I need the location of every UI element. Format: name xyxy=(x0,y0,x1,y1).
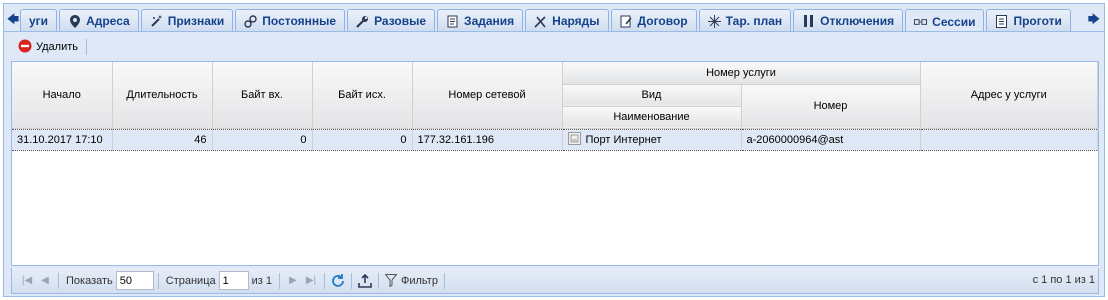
grid-body: 31.10.2017 17:10 46 0 0 177.32.161.196 П… xyxy=(12,128,1098,151)
cell-start: 31.10.2017 17:10 xyxy=(12,128,113,151)
tab-label: Адреса xyxy=(86,14,130,28)
tab-tasks[interactable]: Задания xyxy=(437,9,524,31)
refresh-icon xyxy=(332,273,344,287)
sparkle-icon xyxy=(707,14,721,28)
tab-list: уги Адреса Признаки Постоянные Разовые З… xyxy=(20,9,1086,31)
document-edit-icon xyxy=(620,15,633,28)
page-label: Страница xyxy=(165,274,216,287)
export-button[interactable] xyxy=(356,272,374,290)
map-pin-icon xyxy=(68,14,81,28)
pager-separator xyxy=(279,272,280,289)
tab-permanent[interactable]: Постоянные xyxy=(235,9,346,31)
paging-toolbar: |◀ ◀ Показать Страница из 1 ▶ ▶| Фильтр … xyxy=(11,268,1099,294)
tab-disconnections[interactable]: Отключения xyxy=(793,9,904,31)
tab-tariff-plan[interactable]: Тар. план xyxy=(698,9,792,31)
pager-separator xyxy=(324,272,325,289)
column-header-bytes-in[interactable]: Байт вх. xyxy=(212,62,313,129)
magic-wand-icon xyxy=(150,14,163,28)
column-header-address[interactable]: Адрес у услуги xyxy=(920,62,1098,129)
next-page-button[interactable]: ▶ xyxy=(284,272,302,290)
tab-strip: 🡄 уги Адреса Признаки Постоянные Разовые… xyxy=(4,4,1104,32)
tab-label: Отключения xyxy=(820,14,895,28)
tab-scroll-left-button[interactable]: 🡄 xyxy=(6,10,20,28)
pager-separator xyxy=(378,272,379,289)
tab-services[interactable]: уги xyxy=(20,9,58,31)
filter-label: Фильтр xyxy=(401,274,438,287)
cell-network-number: 177.32.161.196 xyxy=(412,128,563,151)
tools-icon xyxy=(534,15,547,28)
cell-address xyxy=(920,128,1098,151)
column-header-duration[interactable]: Длительность xyxy=(112,62,213,129)
wrench-icon xyxy=(356,15,369,28)
service-name: Порт Интернет xyxy=(585,133,662,146)
export-icon xyxy=(358,273,372,288)
tab-attributes[interactable]: Признаки xyxy=(140,9,234,31)
toolbar: Удалить xyxy=(8,35,1102,59)
paging-summary: с 1 по 1 из 1 xyxy=(1032,274,1095,286)
tab-label: Разовые xyxy=(374,14,427,28)
toolbar-separator xyxy=(86,39,87,55)
tab-one-time[interactable]: Разовые xyxy=(347,9,436,31)
link-icon xyxy=(244,14,257,28)
tab-sessions[interactable]: Сессии xyxy=(905,9,985,31)
tab-addresses[interactable]: Адреса xyxy=(59,9,139,31)
table-row[interactable]: 31.10.2017 17:10 46 0 0 177.32.161.196 П… xyxy=(12,128,1098,151)
connection-icon xyxy=(914,15,928,28)
sessions-grid: Начало Длительность Байт вх. Байт исх. Н… xyxy=(11,61,1099,266)
tab-label: Тар. план xyxy=(725,14,783,28)
tab-label: Сессии xyxy=(932,14,976,29)
last-page-button[interactable]: ▶| xyxy=(302,272,320,290)
script-icon xyxy=(446,15,459,28)
service-type-icon xyxy=(567,131,581,148)
page-size-input[interactable] xyxy=(115,271,154,290)
page-icon xyxy=(995,14,1008,28)
column-header-kind[interactable]: Вид xyxy=(562,84,742,107)
column-header-bytes-out[interactable]: Байт исх. xyxy=(312,62,413,129)
column-header-network-number[interactable]: Номер сетевой xyxy=(412,62,563,129)
column-group-service-number: Номер услуги xyxy=(562,62,921,85)
tab-protocols[interactable]: Проготи xyxy=(986,9,1071,31)
pause-icon xyxy=(802,15,815,28)
cell-service: Порт Интернет xyxy=(562,128,742,151)
pager-separator xyxy=(157,272,159,289)
cell-number: a-2060000964@ast xyxy=(741,128,921,151)
tab-label: Постоянные xyxy=(262,14,337,28)
cell-bytes-out: 0 xyxy=(312,128,413,151)
cell-bytes-in: 0 xyxy=(212,128,313,151)
pager-separator xyxy=(58,272,59,289)
delete-label: Удалить xyxy=(36,41,78,53)
page-count-label: из 1 xyxy=(251,274,272,287)
tab-contract[interactable]: Договор xyxy=(610,9,697,31)
tab-scroll-right-button[interactable]: 🡆 xyxy=(1087,10,1101,28)
prev-page-button[interactable]: ◀ xyxy=(36,272,54,290)
filter-button[interactable]: Фильтр xyxy=(383,271,440,291)
tab-label: Наряды xyxy=(552,14,600,28)
tab-label: уги xyxy=(29,14,49,28)
column-header-number[interactable]: Номер xyxy=(741,84,921,129)
grid-header: Начало Длительность Байт вх. Байт исх. Н… xyxy=(12,62,1098,129)
tab-label: Задания xyxy=(464,14,515,28)
pager-separator xyxy=(351,272,352,289)
delete-button[interactable]: Удалить xyxy=(14,37,82,57)
pager-separator xyxy=(443,272,445,289)
column-header-start[interactable]: Начало xyxy=(12,62,113,129)
filter-icon xyxy=(385,274,397,287)
tab-work-orders[interactable]: Наряды xyxy=(525,9,609,31)
tab-label: Проготи xyxy=(1013,14,1062,28)
tab-label: Признаки xyxy=(167,14,225,28)
delete-icon xyxy=(18,39,32,56)
cell-duration: 46 xyxy=(112,128,213,151)
page-size-label: Показать xyxy=(66,274,113,287)
tab-label: Договор xyxy=(637,14,688,28)
column-header-name[interactable]: Наименование xyxy=(562,106,742,129)
customer-card-panel: 🡄 уги Адреса Признаки Постоянные Разовые… xyxy=(3,3,1105,297)
page-number-input[interactable] xyxy=(218,271,249,290)
refresh-button[interactable] xyxy=(329,272,347,290)
first-page-button[interactable]: |◀ xyxy=(18,272,36,290)
